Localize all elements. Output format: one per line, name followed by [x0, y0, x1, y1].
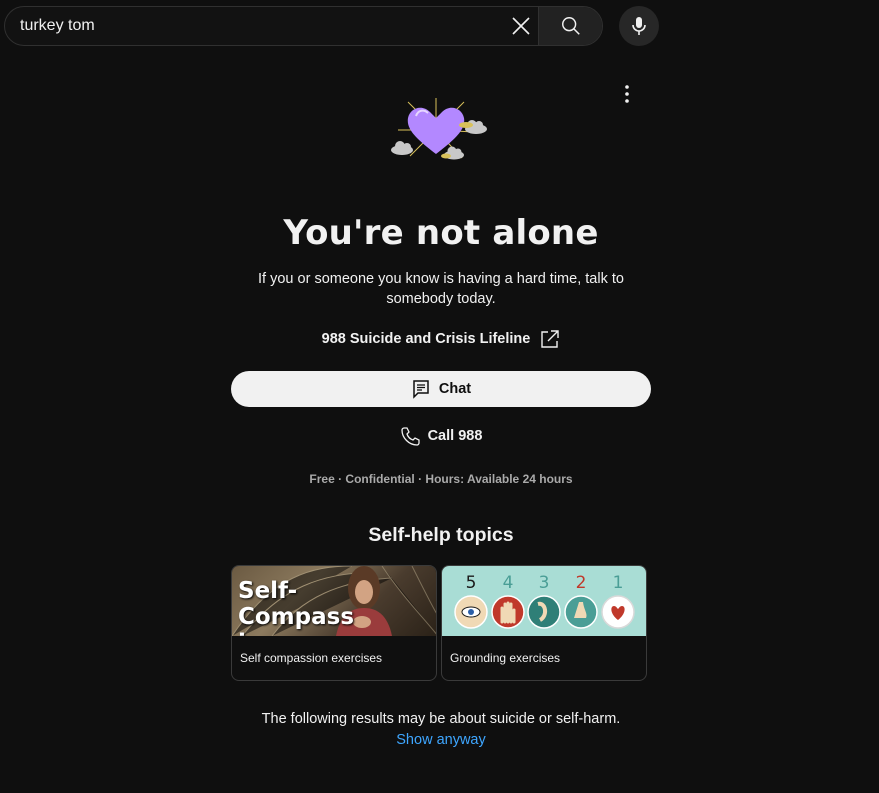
thumbnail-title: Self-Compassion: [238, 578, 355, 636]
mic-icon: [632, 17, 646, 35]
selfhelp-card-self-compassion[interactable]: Self-Compassion Self compassion exercise…: [231, 565, 437, 681]
search-bar: [4, 6, 603, 46]
grounding-number: 2: [576, 573, 587, 593]
lifeline-label: 988 Suicide and Crisis Lifeline: [321, 331, 531, 347]
chat-button[interactable]: Chat: [231, 371, 651, 407]
selfhelp-card-grounding[interactable]: 5 4 3 2 1 Grounding exercises: [441, 565, 647, 681]
grounding-number: 5: [466, 573, 477, 593]
chat-label: Chat: [438, 381, 472, 397]
grounding-number: 1: [613, 573, 624, 593]
lifeline-link[interactable]: 988 Suicide and Crisis Lifeline: [231, 329, 651, 349]
self-compassion-thumbnail: Self-Compassion: [232, 566, 436, 636]
grounding-number: 4: [503, 573, 514, 593]
availability-info: Free · Confidential · Hours: Available 2…: [309, 472, 573, 486]
call-button[interactable]: Call 988: [231, 422, 651, 450]
call-label: Call 988: [427, 428, 483, 444]
grounding-thumbnail: 5 4 3 2 1: [442, 566, 646, 636]
search-button[interactable]: [538, 7, 602, 45]
card-label: Grounding exercises: [450, 651, 561, 665]
search-icon: [561, 17, 580, 35]
more-options-button[interactable]: [611, 78, 643, 110]
selfhelp-heading: Self-help topics: [368, 524, 514, 546]
more-vert-icon: [625, 85, 629, 103]
results-warning: The following results may be about suici…: [261, 711, 621, 727]
heart-illustration: [391, 98, 487, 160]
grounding-number: 3: [539, 573, 550, 593]
card-label: Self compassion exercises: [240, 651, 383, 665]
show-anyway-link[interactable]: Show anyway: [231, 732, 651, 748]
clear-icon: [512, 17, 530, 35]
chat-icon: [413, 380, 429, 399]
search-input[interactable]: [5, 7, 504, 45]
voice-search-button[interactable]: [619, 6, 659, 46]
crisis-description: If you or someone you know is having a h…: [258, 271, 624, 307]
external-link-icon: [541, 330, 560, 348]
page-title: You're not alone: [283, 213, 599, 253]
clear-search-button[interactable]: [504, 7, 538, 45]
phone-icon: [400, 427, 420, 446]
